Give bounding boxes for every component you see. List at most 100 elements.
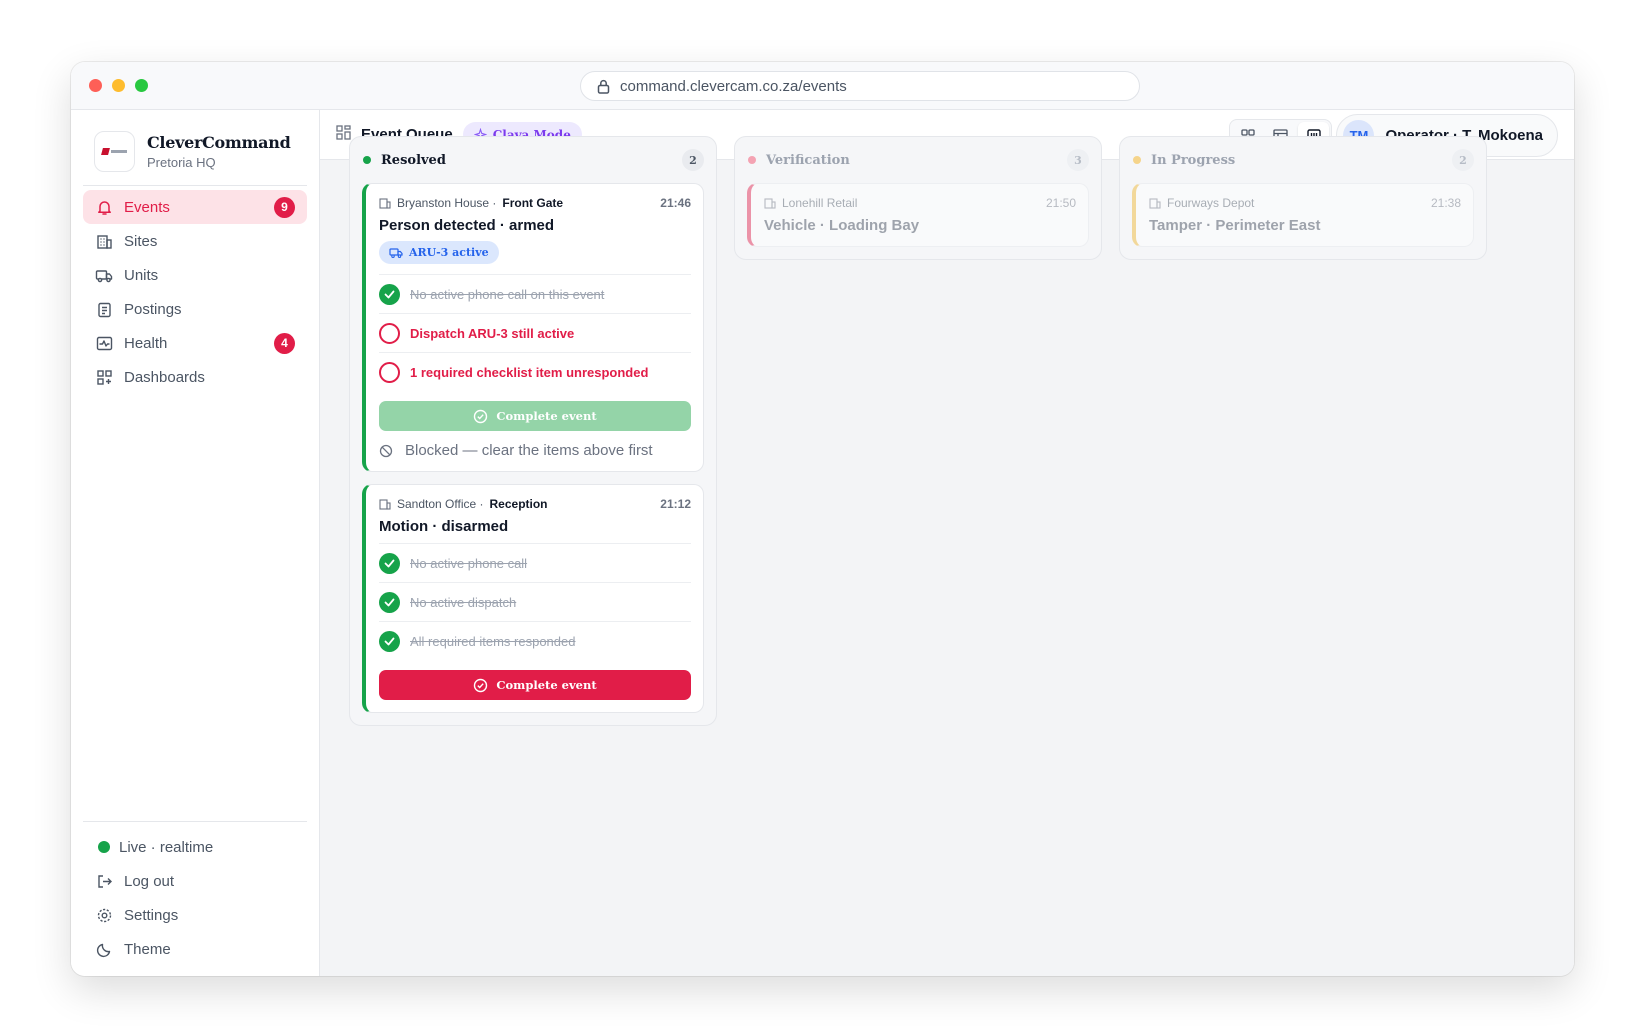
column-resolved: Resolved 2 Bryanston House · Front Gate … [349, 136, 717, 726]
unchecked-circle-icon [379, 322, 400, 344]
url-text: command.clevercam.co.za/events [620, 77, 847, 95]
complete-event-label: Complete event [496, 409, 597, 423]
address-bar[interactable]: command.clevercam.co.za/events [580, 71, 1140, 101]
event-card[interactable]: Fourways Depot 21:38 Tamper · Perimeter … [1132, 183, 1474, 247]
checklist-text: 1 required checklist item unresponded [410, 364, 649, 380]
complete-event-label: Complete event [496, 678, 597, 692]
brand-name: CleverCommand [147, 133, 291, 152]
health-count-badge: 4 [274, 332, 295, 354]
checklist-text: All required items responded [410, 633, 576, 649]
sidebar-item-label: Events [124, 198, 170, 216]
building-icon [95, 232, 113, 250]
queue-icon [336, 124, 351, 145]
event-card[interactable]: Bryanston House · Front Gate 21:46 Perso… [362, 183, 704, 472]
sidebar-item-health[interactable]: Health 4 [83, 326, 307, 360]
sidebar-item-events[interactable]: Events 9 [83, 190, 307, 224]
maximize-window-button[interactable] [135, 79, 148, 92]
check-icon [379, 630, 400, 652]
complete-event-button[interactable]: Complete event [379, 670, 691, 700]
building-icon [1149, 198, 1161, 209]
event-title: Motion · disarmed [379, 518, 509, 535]
check-circle-icon [474, 409, 488, 423]
checklist-item: 1 required checklist item unresponded [379, 352, 691, 391]
column-in-progress: In Progress 2 Fourways Depot 21:38 Tampe… [1119, 136, 1487, 260]
logout-button[interactable]: Log out [83, 864, 307, 898]
checklist-text: Dispatch ARU-3 still active [410, 325, 575, 341]
complete-event-button[interactable]: Complete event [379, 401, 691, 431]
browser-titlebar: command.clevercam.co.za/events [71, 62, 1574, 110]
event-site: Bryanston House · [397, 196, 497, 210]
checklist-text: No active phone call on this event [410, 286, 605, 302]
close-window-button[interactable] [89, 79, 102, 92]
column-title: Verification [766, 152, 850, 168]
status-dot [1133, 156, 1141, 164]
blocked-message: Blocked — clear the items above first [379, 442, 691, 459]
sidebar-footer: Live · realtime Log out Settings Theme [83, 821, 307, 966]
status-dot [363, 156, 371, 164]
blocked-text: Blocked — clear the items above first [405, 442, 653, 459]
check-icon [379, 591, 400, 613]
sidebar-nav: Events 9 Sites Units Postings Health 4 D… [71, 186, 319, 398]
live-status: Live · realtime [83, 830, 307, 864]
column-verification: Verification 3 Lonehill Retail 21:50 Veh… [734, 136, 1102, 260]
brand-location: Pretoria HQ [147, 155, 216, 170]
sidebar-item-sites[interactable]: Sites [83, 224, 307, 258]
sidebar-item-label: Sites [124, 232, 158, 250]
checklist-text: No active phone call [410, 555, 528, 571]
column-count: 2 [1452, 149, 1474, 171]
minimize-window-button[interactable] [112, 79, 125, 92]
theme-button[interactable]: Theme [83, 932, 307, 966]
bell-icon [95, 198, 113, 216]
lock-icon [597, 79, 610, 94]
logout-label: Log out [124, 872, 175, 890]
column-header: Verification 3 [735, 137, 1101, 183]
column-title: In Progress [1151, 152, 1236, 168]
unchecked-circle-icon [379, 361, 400, 383]
event-time: 21:38 [1430, 196, 1461, 210]
event-time: 21:50 [1045, 196, 1076, 210]
brand-logo [94, 131, 135, 172]
event-title: Tamper · Perimeter East [1149, 217, 1321, 234]
event-site: Sandton Office · [397, 497, 484, 511]
building-icon [379, 198, 391, 209]
event-card[interactable]: Lonehill Retail 21:50 Vehicle · Loading … [747, 183, 1089, 247]
browser-window: command.clevercam.co.za/events CleverCom… [71, 62, 1574, 976]
live-status-label: Live · realtime [119, 838, 214, 856]
sidebar-item-postings[interactable]: Postings [83, 292, 307, 326]
sidebar-item-label: Health [124, 334, 168, 352]
sidebar-item-dashboards[interactable]: Dashboards [83, 360, 307, 394]
column-count: 2 [682, 149, 704, 171]
event-time: 21:46 [660, 196, 691, 210]
check-circle-icon [474, 678, 488, 692]
truck-icon [389, 247, 403, 258]
clipboard-icon [95, 300, 113, 318]
sidebar-item-label: Postings [124, 300, 182, 318]
status-dot [748, 156, 756, 164]
check-icon [379, 552, 400, 574]
event-card[interactable]: Sandton Office · Reception 21:12 Motion … [362, 484, 704, 713]
unit-badge: ARU-3 active [379, 241, 499, 264]
checklist-item: No active dispatch [379, 582, 691, 621]
event-site: Lonehill Retail [782, 196, 858, 210]
event-zone: Front Gate [502, 196, 564, 210]
sidebar-item-units[interactable]: Units [83, 258, 307, 292]
event-title: Vehicle · Loading Bay [764, 217, 920, 234]
sidebar: CleverCommand Pretoria HQ Events 9 Sites… [71, 110, 320, 976]
settings-button[interactable]: Settings [83, 898, 307, 932]
gear-icon [95, 906, 113, 924]
checklist-text: No active dispatch [410, 594, 517, 610]
building-icon [764, 198, 776, 209]
sidebar-item-label: Units [124, 266, 159, 284]
checklist-item: Dispatch ARU-3 still active [379, 313, 691, 352]
event-site: Fourways Depot [1167, 196, 1255, 210]
logout-icon [95, 872, 113, 890]
moon-icon [95, 940, 113, 958]
blocked-icon [379, 444, 393, 457]
building-icon [379, 499, 391, 510]
column-title: Resolved [381, 152, 446, 168]
column-count: 3 [1067, 149, 1089, 171]
column-header: In Progress 2 [1120, 137, 1486, 183]
settings-label: Settings [124, 906, 179, 924]
sidebar-item-label: Dashboards [124, 368, 205, 386]
checklist-item: No active phone call [379, 543, 691, 582]
